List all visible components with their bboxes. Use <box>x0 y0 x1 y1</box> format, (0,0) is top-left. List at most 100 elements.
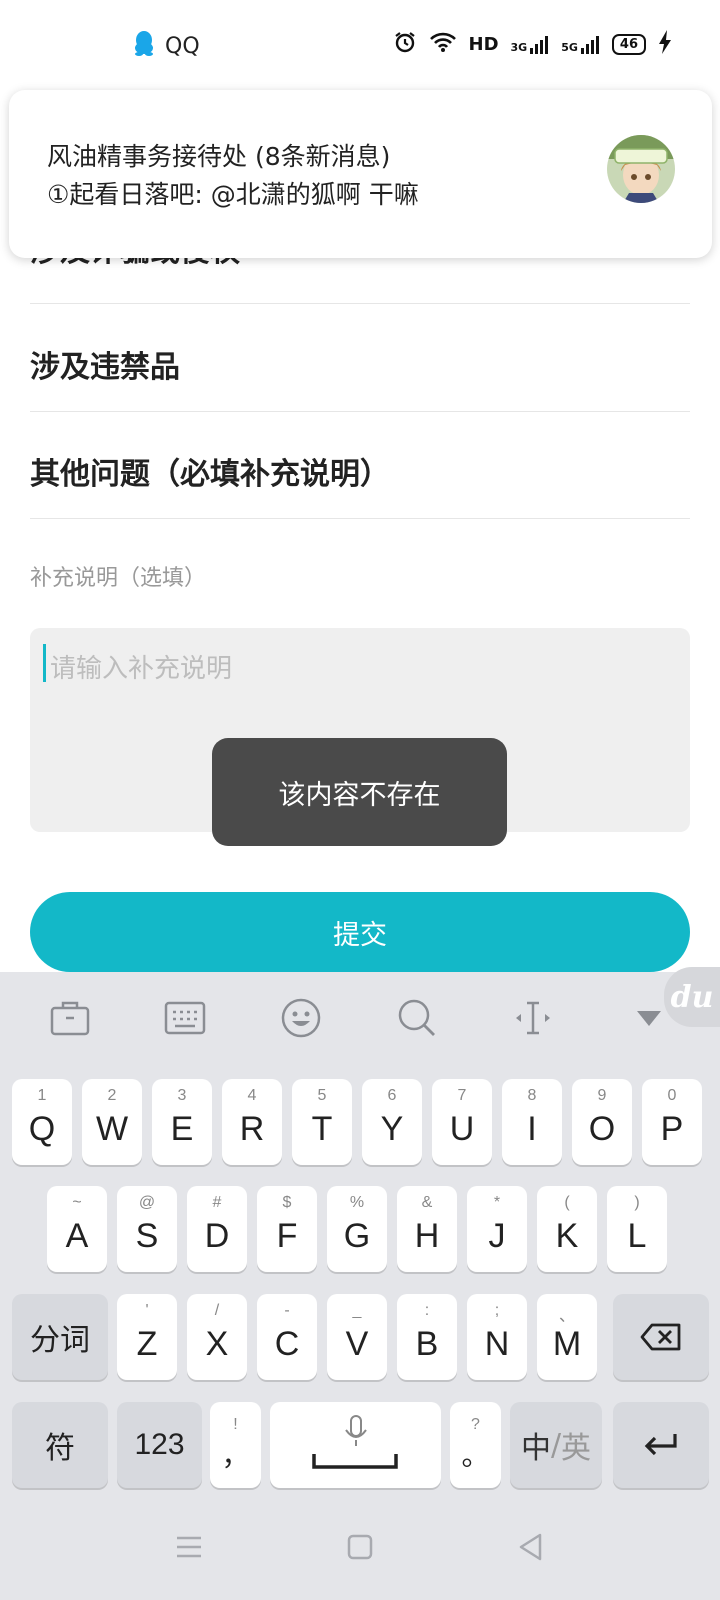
home-icon[interactable] <box>343 1530 377 1564</box>
number-key-label: 123 <box>134 1428 185 1461</box>
hd-indicator: HD <box>468 34 499 55</box>
key-sub-label: ' <box>145 1302 149 1319</box>
enter-key[interactable] <box>613 1402 709 1488</box>
key-l[interactable]: ) L <box>607 1186 667 1272</box>
status-bar: QQ HD 3G 5G 46 <box>0 0 720 92</box>
key-sub-label: ( <box>564 1194 570 1211</box>
key-label: Y <box>380 1110 404 1148</box>
key-label: R <box>239 1110 265 1148</box>
period-key-sub: ? <box>471 1416 480 1433</box>
key-sub-label: ~ <box>72 1194 82 1211</box>
key-o[interactable]: 9O <box>572 1079 632 1165</box>
key-r[interactable]: 4R <box>222 1079 282 1165</box>
avatar <box>607 135 675 203</box>
system-nav-bar <box>0 1490 720 1600</box>
key-w[interactable]: 2W <box>82 1079 142 1165</box>
period-key[interactable]: ? 。 <box>450 1402 501 1488</box>
language-zh: 中 <box>520 1431 551 1466</box>
key-n[interactable]: ; N <box>467 1294 527 1380</box>
input-method-logo[interactable]: du <box>664 967 720 1027</box>
key-label: F <box>276 1217 298 1255</box>
key-sub-label: 0 <box>667 1087 677 1104</box>
comma-key-label: ， <box>221 1440 250 1471</box>
key-x[interactable]: / X <box>187 1294 247 1380</box>
key-sub-label: 9 <box>597 1087 607 1104</box>
key-label: P <box>660 1110 684 1148</box>
cursor-move-icon[interactable] <box>511 996 555 1040</box>
key-label: O <box>588 1110 616 1148</box>
key-sub-label: : <box>424 1302 430 1319</box>
key-sub-label: 5 <box>317 1087 327 1104</box>
key-label: N <box>484 1325 510 1363</box>
key-sub-label: % <box>349 1194 365 1211</box>
key-sub-label: / <box>214 1302 220 1319</box>
key-m[interactable]: 、 M <box>537 1294 597 1380</box>
language-switch-label: 中 / 英 <box>510 1402 602 1488</box>
key-i[interactable]: 8I <box>502 1079 562 1165</box>
text-cursor <box>43 644 46 682</box>
enter-icon <box>613 1402 709 1488</box>
key-label: W <box>95 1110 129 1148</box>
key-sub-label: 6 <box>387 1087 397 1104</box>
submit-button[interactable]: 提交 <box>30 892 690 972</box>
key-sub-label: & <box>421 1194 433 1211</box>
key-label: E <box>170 1110 194 1148</box>
key-p[interactable]: 0P <box>642 1079 702 1165</box>
key-d[interactable]: # D <box>187 1186 247 1272</box>
key-q[interactable]: 1Q <box>12 1079 72 1165</box>
key-sub-label: 2 <box>107 1087 117 1104</box>
message-notification[interactable]: 风油精事务接待处 (8条新消息) ①起看日落吧: @北潇的狐啊 干嘛 <box>9 90 712 258</box>
key-label: D <box>204 1217 230 1255</box>
signal-3g: 3G <box>511 35 550 54</box>
backspace-key[interactable] <box>613 1294 709 1380</box>
key-e[interactable]: 3E <box>152 1079 212 1165</box>
key-label: I <box>527 1110 537 1148</box>
qq-penguin-icon <box>133 30 155 62</box>
key-j[interactable]: * J <box>467 1186 527 1272</box>
key-label: K <box>555 1217 579 1255</box>
divider <box>30 518 690 519</box>
key-z[interactable]: ' Z <box>117 1294 177 1380</box>
toast-message: 该内容不存在 <box>212 738 507 846</box>
symbol-key[interactable]: 符 <box>12 1402 108 1488</box>
toolbox-icon[interactable] <box>48 996 92 1040</box>
key-sub-label: * <box>493 1194 501 1211</box>
key-b[interactable]: :B <box>397 1294 457 1380</box>
key-label: M <box>552 1325 582 1363</box>
back-icon[interactable] <box>514 1530 548 1564</box>
battery-indicator: 46 <box>611 34 646 55</box>
key-c[interactable]: -C <box>257 1294 317 1380</box>
alarm-icon <box>393 30 417 59</box>
space-key[interactable] <box>270 1402 441 1488</box>
supplement-placeholder: 请输入补充说明 <box>50 654 233 684</box>
key-a[interactable]: ~ A <box>47 1186 107 1272</box>
key-sub-label: - <box>284 1302 290 1319</box>
key-v[interactable]: _ V <box>327 1294 387 1380</box>
key-t[interactable]: 5T <box>292 1079 352 1165</box>
key-label: X <box>205 1325 229 1363</box>
key-sub-label: $ <box>282 1194 292 1211</box>
key-g[interactable]: % G <box>327 1186 387 1272</box>
key-y[interactable]: 6Y <box>362 1079 422 1165</box>
notification-title: 风油精事务接待处 (8条新消息) <box>47 142 391 171</box>
keyboard-layout-icon[interactable] <box>163 996 207 1040</box>
segment-key[interactable]: 分词 <box>12 1294 108 1380</box>
key-label: V <box>345 1325 369 1363</box>
key-label: Q <box>28 1110 56 1148</box>
key-k[interactable]: (K <box>537 1186 597 1272</box>
comma-key[interactable]: ! ， <box>210 1402 261 1488</box>
key-u[interactable]: 7U <box>432 1079 492 1165</box>
signal-5g: 5G <box>561 35 600 54</box>
key-h[interactable]: & H <box>397 1186 457 1272</box>
menu-icon[interactable] <box>172 1530 206 1564</box>
option-other-issue[interactable]: 其他问题（必填补充说明） <box>30 449 690 493</box>
search-icon[interactable] <box>395 996 439 1040</box>
key-f[interactable]: $ F <box>257 1186 317 1272</box>
language-switch-key[interactable]: 中 / 英 <box>510 1402 602 1488</box>
emoji-icon[interactable] <box>279 996 323 1040</box>
key-s[interactable]: @ S <box>117 1186 177 1272</box>
microphone-icon[interactable] <box>343 1414 369 1452</box>
number-key[interactable]: 123 <box>117 1402 202 1488</box>
option-contraband[interactable]: 涉及违禁品 <box>30 342 690 386</box>
divider <box>30 411 690 412</box>
